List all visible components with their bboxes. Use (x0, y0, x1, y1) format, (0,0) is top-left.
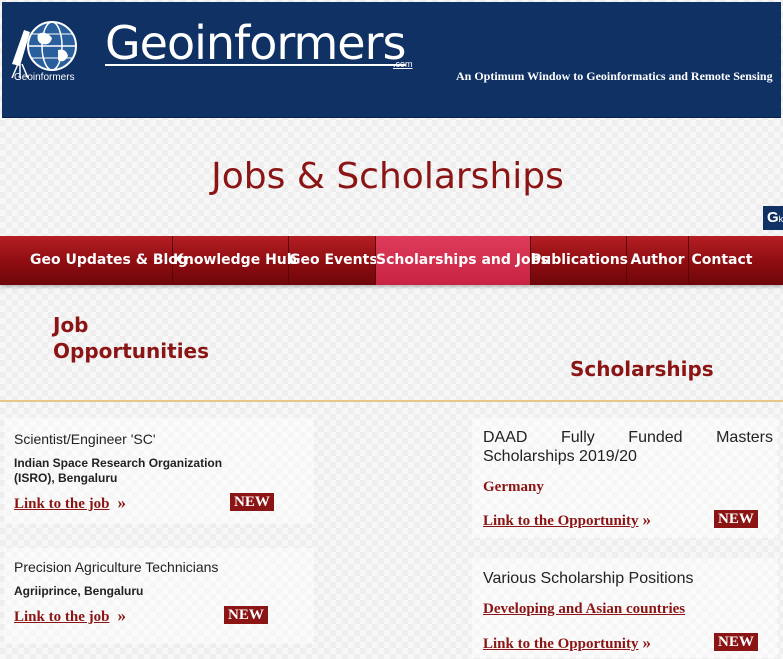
job-link[interactable]: Link to the job » (14, 606, 126, 626)
site-title-suffix[interactable]: .com (393, 59, 413, 69)
page-title: Jobs & Scholarships (211, 156, 564, 197)
job-title: Scientist/Engineer 'SC' (14, 431, 156, 447)
jobs-heading-line2: Opportunities (53, 339, 210, 363)
scholarship-title: DAAD Fully Funded Masters Scholarships 2… (483, 428, 773, 466)
job-title: Precision Agriculture Technicians (14, 559, 219, 575)
scholarship-link-label[interactable]: Link to the Opportunity (483, 636, 638, 652)
scholarship-link-label[interactable]: Link to the Opportunity (483, 513, 638, 529)
badge-sub-letter: k (778, 214, 783, 224)
scholarship-region: Germany (483, 479, 544, 495)
site-header: Geoinformers Geoinformers .com An Optimu… (2, 2, 781, 118)
scholarship-title-line1: DAAD Fully Funded Masters (483, 429, 773, 446)
job-org-line1: Indian Space Research Organization (14, 456, 223, 470)
nav-item-author[interactable]: Author (627, 236, 689, 285)
job-link-label[interactable]: Link to the job (14, 609, 109, 625)
main-nav: Geo Updates & Blog Knowledge Hub Geo Eve… (0, 236, 783, 285)
double-chevron-right-icon[interactable]: » (642, 633, 651, 653)
jobs-heading-line1: Job (53, 313, 89, 337)
site-title[interactable]: Geoinformers (105, 16, 406, 70)
jobs-heading: Job Opportunities (53, 312, 209, 364)
scholarships-heading: Scholarships (570, 357, 714, 381)
badge-letter: G (767, 209, 779, 226)
new-badge: NEW (224, 606, 268, 624)
new-badge: NEW (714, 510, 758, 528)
nav-item-knowledge-hub[interactable]: Knowledge Hub (173, 236, 297, 285)
translate-badge[interactable]: Gk (763, 206, 783, 230)
scholarship-link[interactable]: Link to the Opportunity» (483, 510, 651, 530)
double-chevron-right-icon[interactable]: » (642, 510, 651, 530)
nav-item-geo-updates[interactable]: Geo Updates & Blog (30, 236, 188, 285)
job-org-line2: (ISRO), Bengaluru (14, 471, 118, 485)
job-link-label[interactable]: Link to the job (14, 496, 109, 512)
job-org-line1: Agriiprince, Bengaluru (14, 584, 144, 598)
nav-item-geo-events[interactable]: Geo Events (289, 236, 378, 285)
scholarship-title-line2: Scholarships 2019/20 (483, 448, 637, 465)
double-chevron-right-icon[interactable]: » (117, 606, 126, 626)
nav-item-publications[interactable]: Publications (531, 236, 628, 285)
job-link[interactable]: Link to the job » (14, 493, 126, 513)
job-organization: Agriiprince, Bengaluru (14, 584, 143, 599)
site-tagline: An Optimum Window to Geoinformatics and … (456, 69, 773, 83)
section-divider (0, 400, 783, 402)
scholarship-region[interactable]: Developing and Asian countries (483, 601, 685, 618)
double-chevron-right-icon[interactable]: » (117, 493, 126, 513)
job-organization: Indian Space Research Organization (ISRO… (14, 456, 222, 486)
nav-item-contact[interactable]: Contact (689, 236, 755, 285)
scholarship-link[interactable]: Link to the Opportunity» (483, 633, 651, 653)
new-badge: NEW (714, 633, 758, 651)
new-badge: NEW (230, 493, 274, 511)
logo-caption: Geoinformers (14, 72, 75, 83)
scholarship-title: Various Scholarship Positions (483, 570, 694, 587)
nav-item-scholarships-jobs[interactable]: Scholarships and Jobs (376, 236, 549, 285)
